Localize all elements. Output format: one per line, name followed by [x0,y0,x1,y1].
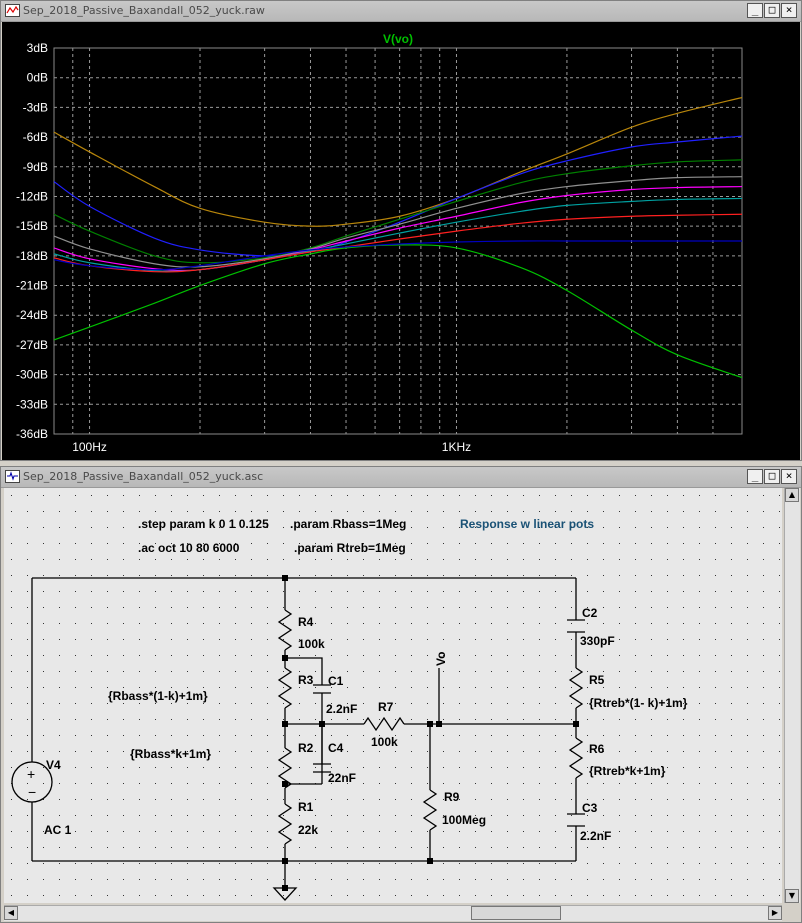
y-tick-label: -3dB [23,100,48,114]
junction-dot [427,858,433,864]
vertical-scrollbar[interactable]: ▲ ▼ [784,488,800,903]
scroll-up-icon[interactable]: ▲ [785,488,799,502]
scroll-left-icon[interactable]: ◀ [4,906,18,920]
plus-icon: + [27,766,35,782]
waveform-title-bar[interactable]: Sep_2018_Passive_Baxandall_052_yuck.raw … [1,1,801,22]
plot-trace-title: V(vo) [383,32,413,46]
y-tick-label: -18dB [16,249,48,263]
c1-value: 2.2nF [326,702,357,716]
r9-label: R9 [444,790,460,804]
y-tick-label: -6dB [23,130,48,144]
schematic-title-bar[interactable]: Sep_2018_Passive_Baxandall_052_yuck.asc … [1,467,801,488]
series-line [53,96,743,227]
r2-value: {Rbass*k+1m} [130,747,211,761]
y-tick-label: -33dB [16,397,48,411]
param-bass-directive[interactable]: .param Rbass=1Meg [290,517,406,531]
plot-pane[interactable]: 3dB 0dB -3dB -6dB -9dB -12dB -15dB -18dB -21dB -2… [2,22,800,460]
waveform-window-title: Sep_2018_Passive_Baxandall_052_yuck.raw [23,4,265,17]
junction-dot [282,575,288,581]
r4-value: 100k [298,637,325,651]
series-line [53,197,743,272]
y-tick-label: 3dB [27,41,48,55]
r7-value: 100k [371,735,398,749]
c1-label: C1 [328,674,344,688]
r5-value: {Rtreb*(1- k)+1m} [589,696,688,710]
junction-dot [573,721,579,727]
r7-label: R7 [378,700,394,714]
r6-value: {Rtreb*k+1m} [589,764,666,778]
y-tick-label: -27dB [16,338,48,352]
c4-value: 22nF [328,771,356,785]
y-tick-label: -9dB [23,160,48,174]
r6-label: R6 [589,742,605,756]
r9-value: 100Meg [442,813,486,827]
r1-value: 22k [298,823,318,837]
series-line [53,185,743,272]
c3-value: 2.2nF [580,829,611,843]
minimize-button[interactable]: _ [747,3,763,18]
param-treb-directive[interactable]: .param Rtreb=1Meg [294,541,406,555]
schematic-window-title: Sep_2018_Passive_Baxandall_052_yuck.asc [23,470,264,483]
junction-dot [436,721,442,727]
schematic-canvas[interactable]: + − .step param k 0 1 0.125 .param Rbass… [4,488,782,903]
maximize-button[interactable]: □ [764,3,780,18]
y-tick-label: -21dB [16,279,48,293]
minus-icon: − [28,784,36,800]
junction-dot [282,655,288,661]
schematic-drawing[interactable]: + − .step param k 0 1 0.125 .param Rbass… [4,488,782,903]
bode-plot[interactable]: 3dB 0dB -3dB -6dB -9dB -12dB -15dB -18dB -21dB -2… [2,22,800,460]
y-tick-label: -12dB [16,189,48,203]
y-tick-label: -24dB [16,308,48,322]
ac-directive[interactable]: .ac oct 10 80 6000 [138,541,240,555]
junction-dot [427,721,433,727]
x-tick-label: 100Hz [72,440,107,454]
junction-dot [282,858,288,864]
v4-value: AC 1 [44,823,72,837]
maximize-button[interactable]: □ [764,469,780,484]
close-button[interactable]: × [781,3,797,18]
c4-label: C4 [328,741,344,755]
c2-label: C2 [582,606,598,620]
step-directive[interactable]: .step param k 0 1 0.125 [138,517,269,531]
waveform-window: Sep_2018_Passive_Baxandall_052_yuck.raw … [0,0,802,461]
y-tick-label: -30dB [16,368,48,382]
vo-net-label: Vo [434,652,448,666]
y-tick-label: 0dB [27,71,48,85]
r4-label: R4 [298,615,314,629]
schematic-app-icon [5,470,20,483]
junction-dot [282,885,288,891]
c3-label: C3 [582,801,598,815]
y-tick-label: -36dB [16,427,48,441]
r1-label: R1 [298,800,314,814]
r2-label: R2 [298,741,314,755]
close-button[interactable]: × [781,469,797,484]
c2-value: 330pF [580,634,615,648]
r3-label: R3 [298,673,314,687]
junction-dot [282,721,288,727]
scroll-right-icon[interactable]: ▶ [768,906,782,920]
series-line [53,176,743,268]
junction-dot [319,721,325,727]
comment-text[interactable]: Response w linear pots [460,517,594,531]
minimize-button[interactable]: _ [747,469,763,484]
y-tick-label: -15dB [16,219,48,233]
junction-dot [282,781,288,787]
series-line [53,159,743,264]
waveform-app-icon [5,4,20,17]
scroll-thumb[interactable] [470,906,561,920]
horizontal-scrollbar[interactable]: ◀ ▶ [4,905,782,921]
x-tick-label: 1KHz [442,440,471,454]
scroll-down-icon[interactable]: ▼ [785,889,799,903]
r5-label: R5 [589,673,605,687]
v4-label: V4 [46,758,61,772]
r3-value: {Rbass*(1-k)+1m} [108,689,208,703]
